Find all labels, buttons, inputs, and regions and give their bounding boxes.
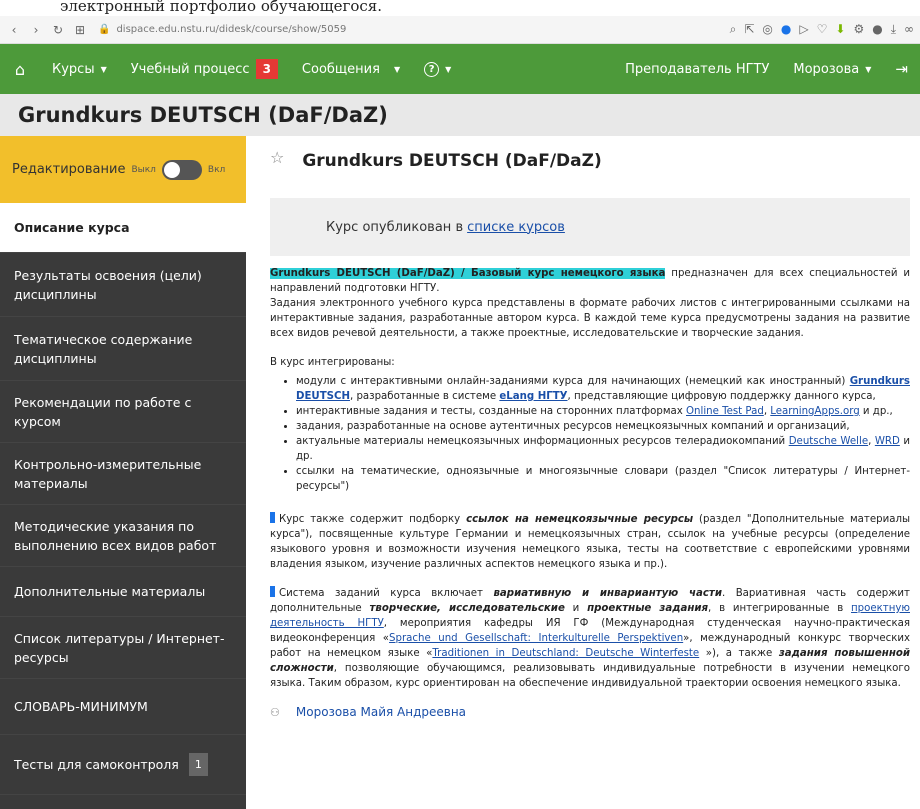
edit-on-label: Вкл: [207, 164, 226, 175]
elang-link[interactable]: eLang НГТУ: [499, 391, 567, 402]
list-item: актуальные материалы немецкоязычных инфо…: [296, 434, 910, 464]
notification-badge: 3: [255, 59, 278, 79]
sidebar-item-tests[interactable]: Тесты для самоконтроля 1: [0, 735, 246, 795]
browser-toolbar: ‹ › ↻ ⊞ 🔒 dispace.edu.nstu.ru/didesk/cou…: [0, 16, 920, 44]
online-test-pad-link[interactable]: Online Test Pad: [686, 406, 764, 417]
wrd-link[interactable]: WRD: [875, 436, 900, 447]
course-name-highlight: Grundkurs DEUTSCH (DaF/DaZ) / Базовый ку…: [270, 268, 666, 279]
marker-icon: [270, 586, 275, 597]
extensions-icon[interactable]: ⚙: [853, 22, 864, 37]
list-item: ссылки на тематические, одноязычные и мн…: [296, 464, 910, 494]
edit-mode-label: Редактирование: [12, 162, 126, 177]
shield-icon[interactable]: ●: [781, 22, 791, 37]
toggle-knob: [163, 161, 180, 178]
sidebar-item-description[interactable]: Описание курса: [0, 203, 246, 253]
nav-user-menu[interactable]: Морозова ▼: [781, 62, 883, 77]
forward-icon[interactable]: ›: [28, 23, 44, 37]
edit-mode-toggle[interactable]: [161, 159, 202, 180]
sidebar-item-content[interactable]: Тематическое содержание дисциплины: [0, 317, 246, 381]
reader-icon[interactable]: ∞: [904, 22, 914, 37]
course-list-link[interactable]: списке курсов: [467, 220, 565, 235]
chevron-down-icon: ▼: [100, 64, 107, 74]
sidebar-item-recommendations[interactable]: Рекомендации по работе с курсом: [0, 381, 246, 443]
teacher-name-link[interactable]: Морозова Майя Андреевна: [296, 705, 466, 719]
download-arrow-icon[interactable]: ⬇: [835, 22, 845, 37]
users-icon: ⚇: [270, 705, 280, 719]
page-title: Grundkurs DEUTSCH (DaF/DaZ): [0, 94, 920, 136]
nav-study-process[interactable]: Учебный процесс 3: [119, 59, 290, 79]
sidebar-item-assessment[interactable]: Контрольно-измерительные материалы: [0, 443, 246, 505]
chevron-down-icon: ▼: [393, 64, 401, 74]
conference-link[interactable]: Sprache und Gesellschaft: Interkulturell…: [389, 633, 683, 644]
sidebar-item-guidelines[interactable]: Методические указания по выполнению всех…: [0, 505, 246, 567]
sidebar-item-results[interactable]: Результаты освоения (цели) дисциплины: [0, 253, 246, 317]
downloads-icon[interactable]: ⤓: [891, 22, 896, 37]
learningapps-link[interactable]: LearningApps.org: [770, 406, 859, 417]
course-content: ☆ Grundkurs DEUTSCH (DaF/DaZ) Курс опубл…: [246, 136, 920, 809]
sidebar-item-literature[interactable]: Список литературы / Интернет-ресурсы: [0, 617, 246, 679]
description-paragraph: Задания электронного учебного курса пред…: [270, 298, 910, 339]
favorite-star-icon[interactable]: ☆: [270, 148, 284, 167]
contest-link[interactable]: Traditionen in Deutschland: Deutsche Win…: [432, 648, 699, 659]
nav-courses[interactable]: Курсы ▼: [40, 62, 119, 77]
screenshot-icon[interactable]: ◎: [762, 22, 772, 37]
chevron-down-icon: ▼: [865, 64, 872, 74]
integrated-label: В курс интегрированы:: [270, 357, 395, 368]
count-badge: 1: [188, 753, 208, 776]
list-item: задания, разработанные на основе аутенти…: [296, 419, 910, 434]
apps-grid-icon[interactable]: ⊞: [72, 23, 88, 37]
edit-mode-panel: Редактирование Выкл Вкл: [0, 136, 246, 203]
send-icon[interactable]: ▷: [799, 22, 808, 37]
heart-icon[interactable]: ♡: [817, 22, 828, 37]
course-teacher: ⚇ Морозова Майя Андреевна: [270, 705, 910, 719]
edit-off-label: Выкл: [131, 164, 156, 175]
home-icon[interactable]: ⌂: [0, 60, 40, 79]
help-icon: ?: [424, 61, 440, 77]
marker-icon: [270, 512, 275, 523]
search-icon[interactable]: ⌕: [730, 22, 737, 37]
sidebar-item-additional[interactable]: Дополнительные материалы: [0, 567, 246, 617]
chevron-down-icon: ▼: [445, 64, 452, 74]
course-sidebar: Редактирование Выкл Вкл Описание курса Р…: [0, 136, 246, 809]
main-navigation: ⌂ Курсы ▼ Учебный процесс 3 Сообщения ▼ ? ▼…: [0, 44, 920, 94]
published-notice: Курс опубликован в списке курсов: [270, 198, 910, 256]
list-item: модули с интерактивными онлайн-заданиями…: [296, 374, 910, 404]
integrated-list: модули с интерактивными онлайн-заданиями…: [296, 374, 910, 494]
profile-icon[interactable]: ●: [872, 22, 882, 37]
page-top-text: электронный портфолио обучающегося.: [0, 0, 920, 16]
nav-messages[interactable]: Сообщения ▼: [290, 62, 412, 77]
logout-icon[interactable]: ⇥: [883, 60, 920, 78]
lock-icon[interactable]: 🔒: [98, 24, 110, 35]
address-bar[interactable]: dispace.edu.nstu.ru/didesk/course/show/5…: [116, 24, 729, 35]
reload-icon[interactable]: ↻: [50, 23, 66, 37]
back-icon[interactable]: ‹: [6, 23, 22, 37]
sidebar-item-dictionary[interactable]: СЛОВАРЬ-МИНИМУМ: [0, 679, 246, 735]
extension-icons: ⌕ ⇱ ◎ ● ▷ ♡ ⬇ ⚙ ● ⤓ ∞: [730, 22, 914, 37]
share-icon[interactable]: ⇱: [744, 22, 754, 37]
course-description: Grundkurs DEUTSCH (DaF/DaZ) / Базовый ку…: [270, 266, 910, 691]
list-item: интерактивные задания и тесты, созданные…: [296, 404, 910, 419]
course-title: Grundkurs DEUTSCH (DaF/DaZ): [302, 151, 602, 171]
deutsche-welle-link[interactable]: Deutsche Welle: [789, 436, 868, 447]
nav-help[interactable]: ? ▼: [412, 61, 463, 77]
nav-teacher-role[interactable]: Преподаватель НГТУ: [613, 62, 781, 77]
tasks-paragraph: Система заданий курса включает вариативн…: [270, 586, 911, 689]
resources-paragraph: Курс также содержит подборку ссылок на н…: [270, 512, 910, 570]
